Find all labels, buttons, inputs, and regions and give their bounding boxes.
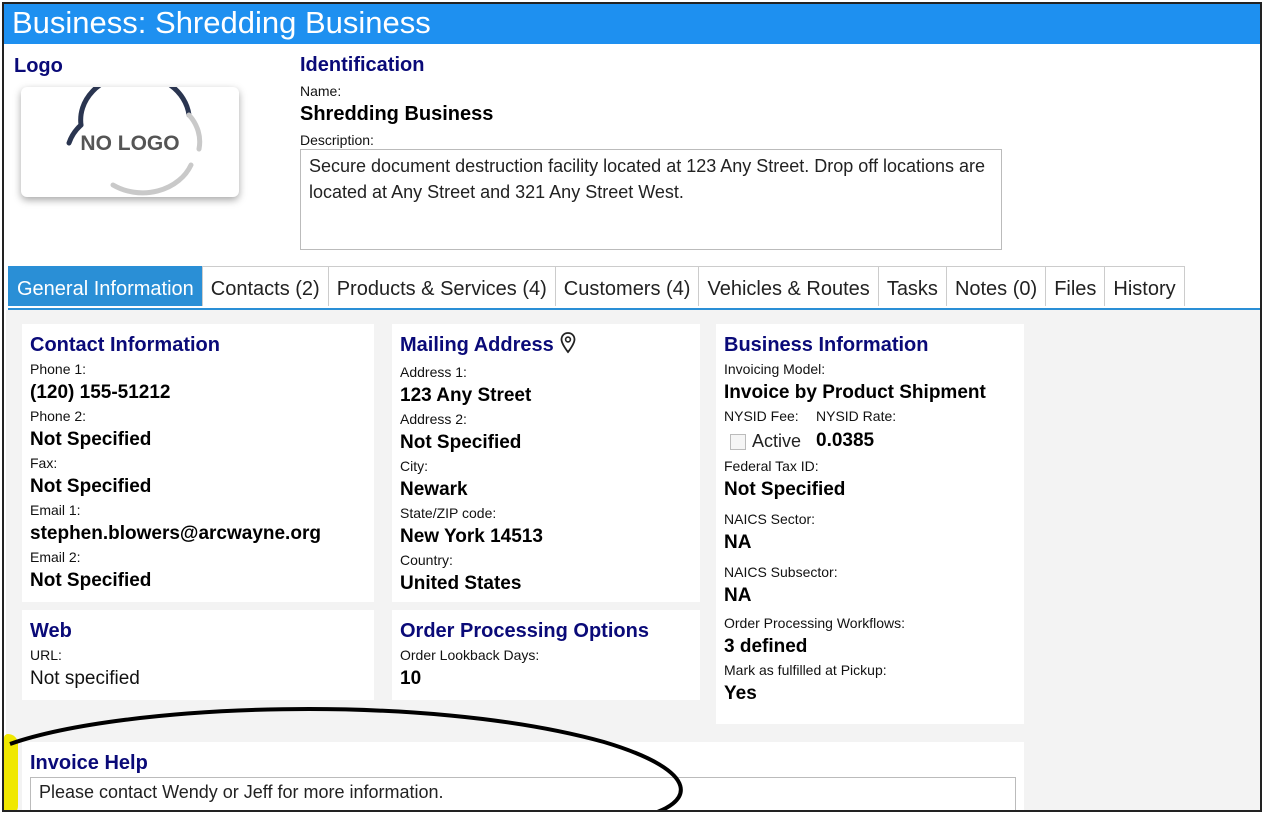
web-card: Web URL: Not specified: [22, 610, 374, 700]
email2-value: Not Specified: [30, 570, 152, 591]
tab-vehicles-routes[interactable]: Vehicles & Routes: [698, 266, 879, 306]
nysid-rate-label: NYSID Rate:: [816, 408, 897, 424]
nysid-fee-checkbox[interactable]: [730, 434, 746, 451]
email2-label: Email 2:: [30, 549, 81, 565]
logo-heading: Logo: [14, 55, 63, 77]
no-logo-icon: NO LOGO: [66, 87, 203, 196]
taxid-value: Not Specified: [724, 479, 846, 500]
nysid-fee-field: Active: [724, 426, 816, 456]
url-value: Not specified: [30, 668, 140, 689]
contact-heading: Contact Information: [30, 334, 220, 356]
tab-products-services[interactable]: Products & Services (4): [327, 266, 556, 306]
nysid-labels-row: NYSID Fee: NYSID Rate:: [724, 406, 1016, 426]
invoicing-label: Invoicing Model:: [724, 361, 826, 377]
address2-value: Not Specified: [400, 432, 522, 453]
country-value: United States: [400, 573, 522, 594]
naics-sector-value: NA: [724, 532, 752, 553]
tab-bar: General Information Contacts (2) Product…: [8, 266, 1260, 310]
tab-contacts[interactable]: Contacts (2): [201, 266, 329, 306]
logo-image[interactable]: NO LOGO: [21, 87, 239, 197]
email1-label: Email 1:: [30, 502, 81, 518]
naics-sector-label: NAICS Sector:: [724, 511, 816, 527]
tab-notes[interactable]: Notes (0): [945, 266, 1047, 306]
invoice-help-card: Invoice Help Please contact Wendy or Jef…: [22, 742, 1024, 810]
country-label: Country:: [400, 552, 453, 568]
tab-customers[interactable]: Customers (4): [554, 266, 700, 306]
description-label: Description:: [300, 132, 374, 148]
lookback-label: Order Lookback Days:: [400, 647, 540, 663]
identification-heading: Identification: [300, 54, 425, 76]
mailing-heading: Mailing Address: [400, 334, 554, 356]
lookback-value: 10: [400, 668, 422, 689]
url-label: URL:: [30, 647, 62, 663]
nysid-fee-label: NYSID Fee:: [724, 408, 799, 424]
business-heading: Business Information: [724, 334, 929, 356]
tab-history[interactable]: History: [1104, 266, 1185, 306]
tab-general-information[interactable]: General Information: [8, 266, 203, 306]
workflows-value[interactable]: 3 defined: [724, 633, 1016, 660]
nysid-values-row: Active 0.0385: [724, 426, 1016, 456]
no-logo-text: NO LOGO: [80, 132, 179, 155]
fax-value: Not Specified: [30, 476, 152, 497]
workflows-label: Order Processing Workflows:: [724, 615, 906, 631]
invoicing-value: Invoice by Product Shipment: [724, 382, 986, 403]
phone1-value: (120) 155-51212: [30, 382, 171, 403]
map-pin-icon[interactable]: [560, 332, 576, 360]
fulfilled-label: Mark as fulfilled at Pickup:: [724, 662, 887, 678]
order-heading: Order Processing Options: [400, 620, 649, 642]
city-value: Newark: [400, 479, 468, 500]
mailing-address-card: Mailing Address Address 1: 123 Any Stree…: [392, 324, 700, 602]
phone1-label: Phone 1:: [30, 361, 87, 377]
order-processing-card: Order Processing Options Order Lookback …: [392, 610, 700, 700]
highlight-mark: [4, 734, 18, 810]
statezip-value: New York 14513: [400, 526, 543, 547]
phone2-label: Phone 2:: [30, 408, 87, 424]
nysid-fee-checkbox-label: Active: [752, 431, 802, 451]
taxid-label: Federal Tax ID:: [724, 458, 819, 474]
contact-information-card: Contact Information Phone 1: (120) 155-5…: [22, 324, 374, 602]
name-label: Name:: [300, 83, 342, 99]
email1-value: stephen.blowers@arcwayne.org: [30, 523, 321, 544]
mailing-heading-row: Mailing Address: [400, 332, 692, 360]
invoice-help-field[interactable]: Please contact Wendy or Jeff for more in…: [30, 777, 1016, 810]
address1-label: Address 1:: [400, 364, 467, 380]
business-name: Shredding Business: [300, 103, 494, 125]
address2-label: Address 2:: [400, 411, 467, 427]
web-heading: Web: [30, 620, 72, 642]
statezip-label: State/ZIP code:: [400, 505, 497, 521]
naics-subsector-label: NAICS Subsector:: [724, 564, 838, 580]
city-label: City:: [400, 458, 428, 474]
fax-label: Fax:: [30, 455, 58, 471]
fulfilled-value: Yes: [724, 683, 757, 704]
invoice-heading: Invoice Help: [30, 752, 148, 774]
naics-subsector-value: NA: [724, 585, 752, 606]
app-window: Business: Shredding Business Logo NO LOG…: [2, 2, 1262, 812]
phone2-value: Not Specified: [30, 429, 152, 450]
description-field[interactable]: Secure document destruction facility loc…: [300, 149, 1002, 250]
tab-tasks[interactable]: Tasks: [877, 266, 947, 306]
address1-value: 123 Any Street: [400, 385, 532, 406]
business-information-card: Business Information Invoicing Model: In…: [716, 324, 1024, 724]
page-title: Business: Shredding Business: [4, 4, 1260, 44]
nysid-rate-value: 0.0385: [816, 430, 875, 451]
tab-files[interactable]: Files: [1045, 266, 1106, 306]
